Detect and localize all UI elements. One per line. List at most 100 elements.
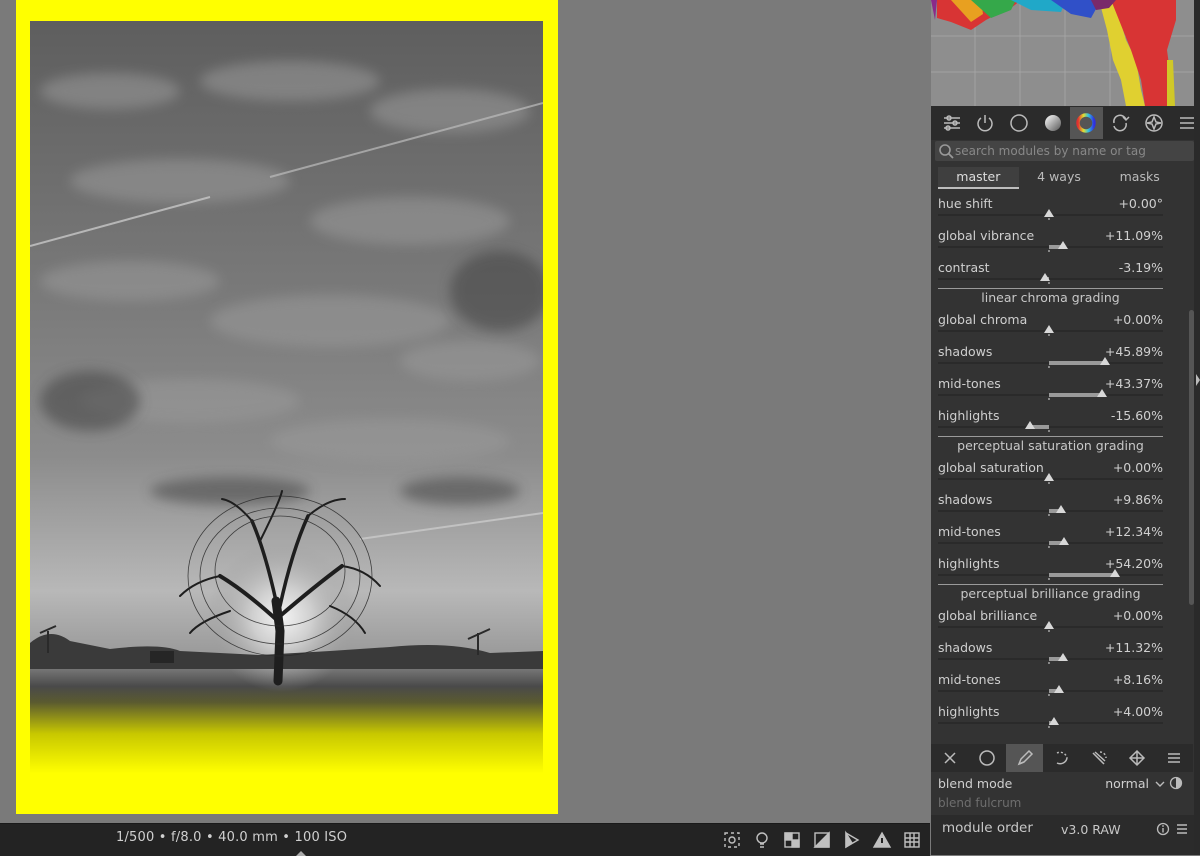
panel-collapse-arrow[interactable] [1196,374,1200,386]
slider-handle[interactable] [1024,421,1035,429]
slider-row[interactable]: global chroma +0.00% [938,308,1163,340]
slider-track[interactable] [938,426,1163,428]
slider-handle[interactable] [1057,241,1068,249]
search-icon [939,144,954,159]
iso12646-icon[interactable] [780,828,804,852]
slider-handle[interactable] [1059,537,1070,545]
slider-value[interactable]: +43.37% [1105,376,1163,391]
slider-row[interactable]: contrast -3.19% [938,256,1163,288]
slider-row[interactable]: shadows +11.32% [938,636,1163,668]
slider-value[interactable]: +11.09% [1105,228,1163,243]
module-order-value[interactable]: v3.0 RAW [1061,822,1121,837]
slider-label: mid-tones [938,524,1001,539]
slider-handle[interactable] [1044,325,1054,333]
image-frame [16,0,558,814]
slider-handle[interactable] [1110,569,1121,577]
slider-row[interactable]: mid-tones +8.16% [938,668,1163,700]
tab-master[interactable]: master [938,167,1019,189]
module-order-label: module order [942,820,1033,836]
base-modules-icon[interactable] [1002,107,1036,139]
drawn-mask-icon[interactable] [1005,744,1044,772]
blend-menu-icon[interactable] [1156,744,1193,772]
bottom-panel-toggle[interactable] [296,851,306,856]
color-modules-icon[interactable] [1069,107,1104,139]
slider-value[interactable]: +0.00% [1113,460,1163,475]
slider-neutral-tick [1048,430,1050,432]
effect-modules-icon[interactable] [1137,107,1171,139]
slider-handle[interactable] [1099,357,1110,365]
slider-handle[interactable] [1056,505,1067,513]
slider-value[interactable]: +11.32% [1105,640,1163,655]
slider-handle[interactable] [1057,653,1068,661]
slider-handle[interactable] [1044,209,1054,217]
slider-value[interactable]: +0.00% [1113,608,1163,623]
slider-row[interactable]: global vibrance +11.09% [938,224,1163,256]
exif-info: 1/500 • f/8.0 • 40.0 mm • 100 ISO [116,830,348,845]
slider-row[interactable]: shadows +9.86% [938,488,1163,520]
slider-track[interactable] [938,278,1163,280]
slider-value[interactable]: -15.60% [1111,408,1163,423]
tone-modules-icon[interactable] [1036,107,1070,139]
blend-mode-row[interactable]: blend mode normal [938,775,1183,793]
photo-preview[interactable] [30,21,543,813]
histogram[interactable] [931,0,1200,106]
slider-value[interactable]: +9.86% [1113,492,1163,507]
panel-scrollbar[interactable] [1189,310,1194,605]
blend-mode-value[interactable]: normal [1105,776,1149,791]
blend-off-icon[interactable] [931,744,968,772]
slider-row[interactable]: highlights +54.20% [938,552,1163,584]
slider-handle[interactable] [1096,389,1107,397]
right-panel: master 4 ways masks hue shift +0.00° globa… [931,0,1200,855]
module-order-menu-icon[interactable] [1175,822,1189,836]
search-input[interactable] [955,141,1185,161]
overexposure-icon[interactable] [810,828,834,852]
slider-row[interactable]: mid-tones +12.34% [938,520,1163,552]
lightbulb-icon[interactable] [750,828,774,852]
slider-row[interactable]: hue shift +0.00° [938,192,1163,224]
blend-mode-label: blend mode [938,776,1013,791]
slider-value[interactable]: +4.00% [1113,704,1163,719]
parametric-mask-icon[interactable] [1043,744,1080,772]
slider-value[interactable]: +0.00° [1118,196,1163,211]
blend-polarity-icon[interactable] [1169,776,1183,790]
quick-access-icon[interactable] [935,107,969,139]
slider-value[interactable]: +45.89% [1105,344,1163,359]
correct-modules-icon[interactable] [1103,107,1137,139]
slider-handle[interactable] [1048,717,1059,725]
uniform-blend-icon[interactable] [968,744,1005,772]
slider-neutral-tick [1048,218,1050,220]
slider-value[interactable]: +0.00% [1113,312,1163,327]
section-header: linear chroma grading [938,288,1163,308]
slider-row[interactable]: highlights +4.00% [938,700,1163,732]
slider-handle[interactable] [1040,273,1051,281]
slider-row[interactable]: global brilliance +0.00% [938,604,1163,636]
slider-row[interactable]: global saturation +0.00% [938,456,1163,488]
blend-fulcrum-row[interactable]: blend fulcrum [938,796,1183,810]
tab-4-ways[interactable]: 4 ways [1019,167,1100,189]
info-icon[interactable] [1156,822,1170,836]
slider-value[interactable]: +12.34% [1105,524,1163,539]
slider-handle[interactable] [1044,621,1054,629]
slider-handle[interactable] [1044,473,1054,481]
gamut-check-icon[interactable] [870,828,894,852]
module-search [935,141,1194,161]
active-modules-icon[interactable] [969,107,1003,139]
focus-peaking-icon[interactable] [720,828,744,852]
slider-value[interactable]: -3.19% [1119,260,1163,275]
slider-row[interactable]: shadows +45.89% [938,340,1163,372]
rawoverexposure-icon[interactable] [840,828,864,852]
tab-masks[interactable]: masks [1099,167,1180,189]
drawn-parametric-mask-icon[interactable] [1081,744,1118,772]
slider-label: highlights [938,556,1000,571]
panel-edge [1194,0,1200,855]
chevron-down-icon[interactable] [1155,779,1165,789]
slider-fill [1049,393,1102,397]
raster-mask-icon[interactable] [1118,744,1155,772]
guides-icon[interactable] [900,828,924,852]
slider-handle[interactable] [1053,685,1064,693]
slider-value[interactable]: +8.16% [1113,672,1163,687]
slider-label: shadows [938,344,993,359]
slider-row[interactable]: mid-tones +43.37% [938,372,1163,404]
slider-row[interactable]: highlights -15.60% [938,404,1163,436]
color-balance-tabs: master 4 ways masks [938,167,1180,189]
